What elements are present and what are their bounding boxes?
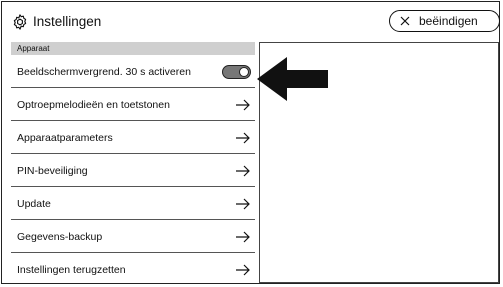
setting-data-backup[interactable]: Gegevens-backup <box>11 220 255 253</box>
settings-window: Instellingen beëindigen Apparaat Beeldsc… <box>1 1 500 284</box>
arrow-right-icon <box>236 99 250 111</box>
setting-reset[interactable]: Instellingen terugzetten <box>11 253 255 286</box>
arrow-right-icon <box>236 198 250 210</box>
setting-label: Optroepmelodieën en toetstonen <box>17 99 170 111</box>
setting-update[interactable]: Update <box>11 187 255 220</box>
setting-pin-security[interactable]: PIN-beveiliging <box>11 154 255 187</box>
end-button-label: beëindigen <box>419 14 478 28</box>
setting-screen-lock[interactable]: Beeldschermvergrend. 30 s activeren <box>11 55 255 88</box>
arrow-right-icon <box>236 165 250 177</box>
setting-label: Instellingen terugzetten <box>17 264 126 276</box>
gear-icon <box>13 14 27 30</box>
setting-label: Update <box>17 198 51 210</box>
header: Instellingen beëindigen <box>2 2 500 40</box>
arrow-right-icon <box>236 132 250 144</box>
settings-list: Beeldschermvergrend. 30 s activeren Optr… <box>11 55 255 286</box>
group-header-device: Apparaat <box>11 42 255 55</box>
toggle-knob <box>239 67 249 77</box>
setting-device-parameters[interactable]: Apparaatparameters <box>11 121 255 154</box>
screen-lock-toggle[interactable] <box>222 65 251 79</box>
setting-label: Gegevens-backup <box>17 231 103 243</box>
setting-label: Beeldschermvergrend. 30 s activeren <box>17 66 191 78</box>
setting-label: Apparaatparameters <box>17 132 113 144</box>
arrow-right-icon <box>236 231 250 243</box>
annotation-arrow-icon <box>257 57 328 101</box>
close-icon <box>400 16 410 26</box>
page-title: Instellingen <box>33 14 102 29</box>
end-button[interactable]: beëindigen <box>389 10 500 32</box>
arrow-right-icon <box>236 264 250 276</box>
setting-label: PIN-beveiliging <box>17 165 88 177</box>
setting-ringtones[interactable]: Optroepmelodieën en toetstonen <box>11 88 255 121</box>
